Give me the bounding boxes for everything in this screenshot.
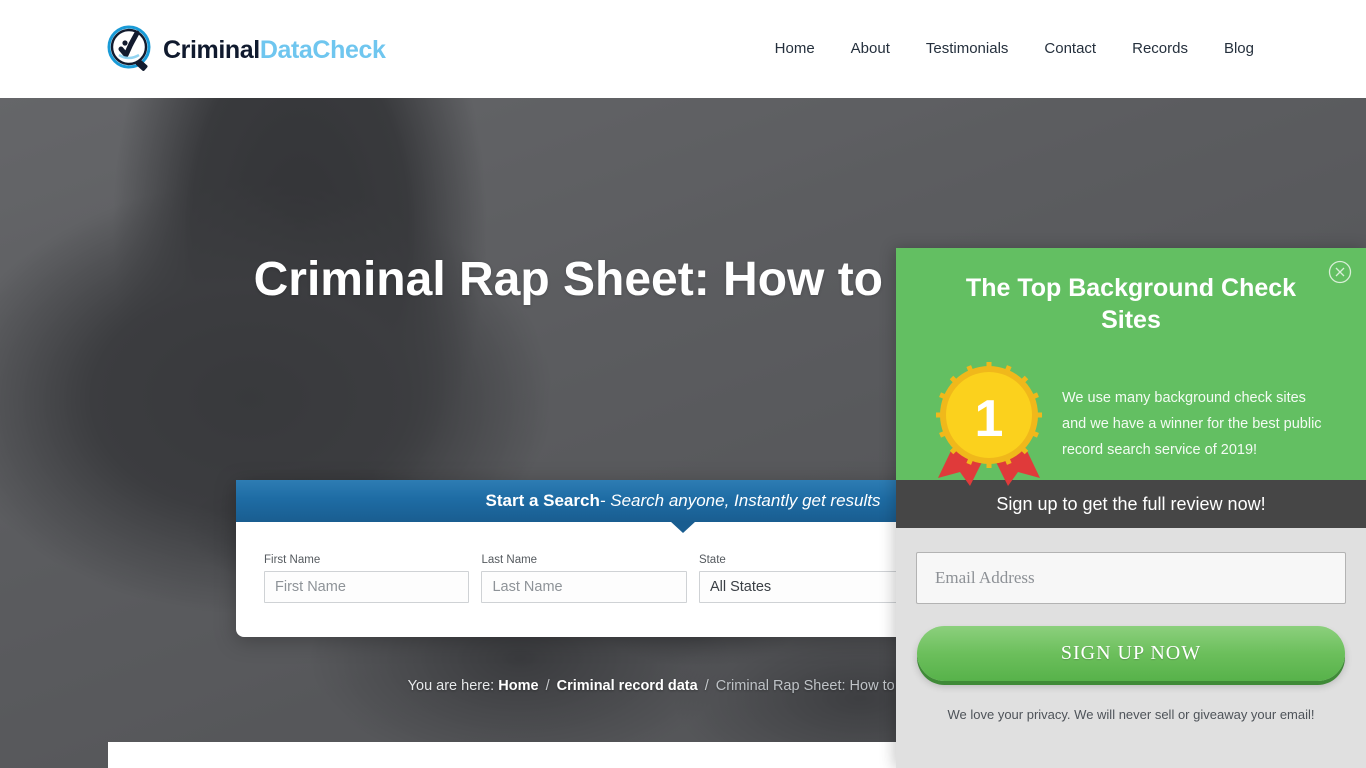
nav-item-blog[interactable]: Blog <box>1206 38 1254 60</box>
nav-item-about[interactable]: About <box>833 38 908 60</box>
first-name-field-group: First Name <box>258 554 475 603</box>
last-name-input[interactable] <box>481 571 687 603</box>
popup-header: The Top Background Check Sites 1 We use … <box>896 248 1366 486</box>
popup-description: We use many background check sites and w… <box>1062 390 1322 458</box>
breadcrumb-separator: / <box>704 678 709 694</box>
logo-text-secondary: DataCheck <box>259 35 386 64</box>
sign-up-button[interactable]: SIGN UP NOW <box>917 626 1345 681</box>
chevron-down-icon <box>670 521 696 533</box>
nav-item-testimonials[interactable]: Testimonials <box>908 38 1027 60</box>
nav-item-records[interactable]: Records <box>1114 38 1206 60</box>
popup-body: 1 We use many background check sites and… <box>920 360 1342 488</box>
award-ribbon-icon: 1 <box>930 360 1048 488</box>
close-icon[interactable] <box>1328 260 1352 284</box>
logo-text-primary: Criminal <box>163 35 260 64</box>
breadcrumb-link-home[interactable]: Home <box>498 678 538 694</box>
last-name-label: Last Name <box>481 554 538 566</box>
last-name-field-group: Last Name <box>475 554 692 603</box>
site-logo[interactable]: CriminalDataCheck <box>105 24 386 76</box>
breadcrumb-separator: / <box>545 678 550 694</box>
site-header: CriminalDataCheck Home About Testimonial… <box>0 0 1366 98</box>
magnifier-check-icon <box>105 24 157 76</box>
nav-item-home[interactable]: Home <box>757 38 833 60</box>
first-name-label: First Name <box>264 554 321 566</box>
breadcrumb-prefix: You are here: <box>407 678 495 694</box>
newsletter-popup: The Top Background Check Sites 1 We use … <box>896 248 1366 768</box>
email-field[interactable] <box>916 552 1346 604</box>
badge-number-text: 1 <box>975 390 1004 448</box>
nav-item-contact[interactable]: Contact <box>1026 38 1114 60</box>
breadcrumb-link-category[interactable]: Criminal record data <box>557 678 698 694</box>
popup-signup-form: SIGN UP NOW We love your privacy. We wil… <box>896 528 1366 722</box>
search-panel-title: Start a Search <box>485 491 600 510</box>
first-name-input[interactable] <box>264 571 470 603</box>
popup-cta-text: Sign up to get the full review now! <box>996 493 1266 514</box>
main-navigation: Home About Testimonials Contact Records … <box>757 38 1254 60</box>
privacy-note: We love your privacy. We will never sell… <box>947 707 1315 722</box>
search-panel-subtitle: - Search anyone, Instantly get results <box>599 491 881 510</box>
logo-wordmark: CriminalDataCheck <box>163 35 386 64</box>
popup-title: The Top Background Check Sites <box>965 274 1297 334</box>
